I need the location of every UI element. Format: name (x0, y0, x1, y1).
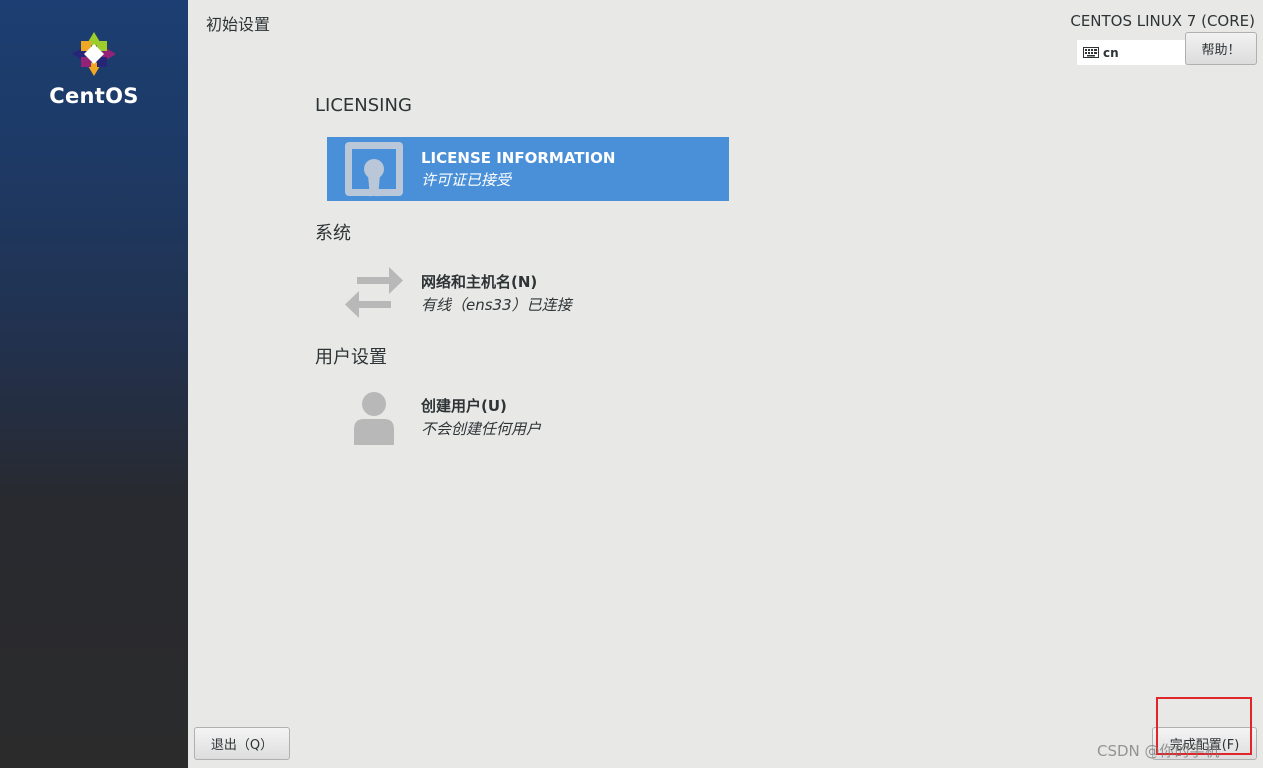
sidebar: CentOS (0, 0, 188, 768)
spoke-title: LICENSE INFORMATION (421, 148, 616, 167)
centos-logo: CentOS (46, 30, 142, 108)
logo-text: CentOS (49, 84, 139, 108)
quit-button[interactable]: 退出（Q） (194, 727, 290, 760)
section-label-user-settings: 用户设置 (315, 347, 387, 368)
centos-emblem-icon (72, 32, 116, 76)
spoke-network-hostname[interactable]: 网络和主机名(N) 有线（ens33）已连接 (327, 261, 729, 325)
section-label-licensing: LICENSING (315, 95, 412, 116)
spoke-status: 不会创建任何用户 (421, 420, 542, 438)
spoke-status: 有线（ens33）已连接 (421, 296, 572, 314)
license-icon (327, 139, 421, 199)
help-button[interactable]: 帮助！ (1185, 32, 1257, 65)
main-panel: 初始设置 CENTOS LINUX 7 (CORE) cn 帮助！ LICENS… (188, 0, 1263, 768)
spoke-title: 网络和主机名(N) (421, 273, 538, 291)
page-title: 初始设置 (206, 15, 271, 34)
spoke-text: 网络和主机名(N) 有线（ens33）已连接 (421, 271, 572, 315)
keyboard-icon (1083, 47, 1099, 58)
watermark: CSDN @你的手机 (1097, 742, 1220, 760)
keyboard-layout-indicator[interactable]: cn (1077, 40, 1185, 65)
spoke-title: 创建用户(U) (421, 397, 507, 415)
spoke-license-information[interactable]: LICENSE INFORMATION 许可证已接受 (327, 137, 729, 201)
user-icon (327, 389, 421, 445)
network-icon (327, 263, 421, 323)
keyboard-layout-label: cn (1103, 45, 1119, 60)
spoke-text: 创建用户(U) 不会创建任何用户 (421, 395, 541, 439)
spoke-create-user[interactable]: 创建用户(U) 不会创建任何用户 (327, 385, 729, 449)
section-label-system: 系统 (315, 223, 351, 244)
product-name: CENTOS LINUX 7 (CORE) (1070, 12, 1255, 30)
spoke-text: LICENSE INFORMATION 许可证已接受 (421, 149, 615, 190)
spoke-status: 许可证已接受 (421, 170, 512, 189)
